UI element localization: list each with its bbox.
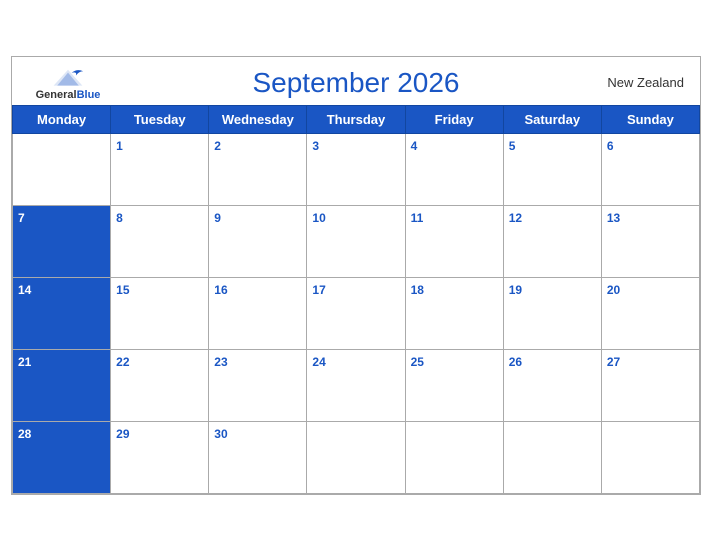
day-number: 1: [116, 139, 123, 153]
day-number: 29: [116, 427, 129, 441]
day-number: 3: [312, 139, 319, 153]
header-thursday: Thursday: [307, 105, 405, 133]
day-number: 26: [509, 355, 522, 369]
calendar-cell: 12: [503, 205, 601, 277]
calendar-title-area: September 2026: [108, 67, 604, 99]
week-row-2: 7 8 9 10 11 12 13: [13, 205, 700, 277]
calendar-cell: 27: [601, 349, 699, 421]
day-number: 17: [312, 283, 325, 297]
calendar-cell: 5: [503, 133, 601, 205]
calendar-cell: 11: [405, 205, 503, 277]
calendar-cell: 9: [209, 205, 307, 277]
calendar-grid: Monday Tuesday Wednesday Thursday Friday…: [12, 105, 700, 494]
day-number: 2: [214, 139, 221, 153]
logo-blue-text: Blue: [77, 89, 101, 101]
week-row-4: 21 22 23 24 25 26 27: [13, 349, 700, 421]
calendar-title: September 2026: [252, 67, 459, 98]
calendar-cell: 14: [13, 277, 111, 349]
calendar-cell: 17: [307, 277, 405, 349]
day-number: 18: [411, 283, 424, 297]
calendar-cell: 10: [307, 205, 405, 277]
day-number: 12: [509, 211, 522, 225]
calendar-header: General Blue September 2026 New Zealand: [12, 57, 700, 105]
calendar-cell: 7: [13, 205, 111, 277]
calendar-cell: 4: [405, 133, 503, 205]
calendar-cell: 8: [111, 205, 209, 277]
calendar-cell: [307, 421, 405, 493]
calendar-cell: 26: [503, 349, 601, 421]
calendar-cell: 30: [209, 421, 307, 493]
day-number: 24: [312, 355, 325, 369]
day-number: 22: [116, 355, 129, 369]
day-number: 13: [607, 211, 620, 225]
day-number: 5: [509, 139, 516, 153]
day-number: 15: [116, 283, 129, 297]
calendar-cell: 20: [601, 277, 699, 349]
logo-area: General Blue: [28, 65, 108, 101]
day-number: 27: [607, 355, 620, 369]
header-saturday: Saturday: [503, 105, 601, 133]
day-number: 20: [607, 283, 620, 297]
calendar-cell: 21: [13, 349, 111, 421]
day-number: 8: [116, 211, 123, 225]
header-monday: Monday: [13, 105, 111, 133]
day-number: 11: [411, 211, 424, 225]
day-number: 23: [214, 355, 227, 369]
calendar-cell: 29: [111, 421, 209, 493]
day-number: 28: [18, 427, 31, 441]
header-tuesday: Tuesday: [111, 105, 209, 133]
calendar-cell: 19: [503, 277, 601, 349]
week-row-1: 1 2 3 4 5 6: [13, 133, 700, 205]
day-number: 6: [607, 139, 614, 153]
calendar-cell: 2: [209, 133, 307, 205]
calendar-cell: 16: [209, 277, 307, 349]
calendar-cell: 25: [405, 349, 503, 421]
calendar-cell: 6: [601, 133, 699, 205]
generalblue-logo-icon: [50, 65, 86, 89]
header-sunday: Sunday: [601, 105, 699, 133]
calendar-cell: 18: [405, 277, 503, 349]
weekday-header-row: Monday Tuesday Wednesday Thursday Friday…: [13, 105, 700, 133]
header-wednesday: Wednesday: [209, 105, 307, 133]
calendar-cell: [601, 421, 699, 493]
calendar-cell: 3: [307, 133, 405, 205]
calendar-cell: [503, 421, 601, 493]
calendar-cell: 24: [307, 349, 405, 421]
calendar-cell: 23: [209, 349, 307, 421]
day-number: 30: [214, 427, 227, 441]
calendar-cell: 28: [13, 421, 111, 493]
day-number: 25: [411, 355, 424, 369]
day-number: 14: [18, 283, 31, 297]
calendar-container: General Blue September 2026 New Zealand …: [11, 56, 701, 495]
day-number: 10: [312, 211, 325, 225]
day-number: 4: [411, 139, 418, 153]
logo-general-text: General: [36, 89, 77, 101]
calendar-cell: 22: [111, 349, 209, 421]
week-row-5: 28 29 30: [13, 421, 700, 493]
country-label: New Zealand: [604, 75, 684, 90]
header-friday: Friday: [405, 105, 503, 133]
day-number: 16: [214, 283, 227, 297]
calendar-cell: [13, 133, 111, 205]
day-number: 19: [509, 283, 522, 297]
day-number: 21: [18, 355, 31, 369]
calendar-cell: 15: [111, 277, 209, 349]
day-number: 7: [18, 211, 25, 225]
week-row-3: 14 15 16 17 18 19 20: [13, 277, 700, 349]
day-number: 9: [214, 211, 221, 225]
calendar-cell: 1: [111, 133, 209, 205]
calendar-cell: [405, 421, 503, 493]
calendar-cell: 13: [601, 205, 699, 277]
